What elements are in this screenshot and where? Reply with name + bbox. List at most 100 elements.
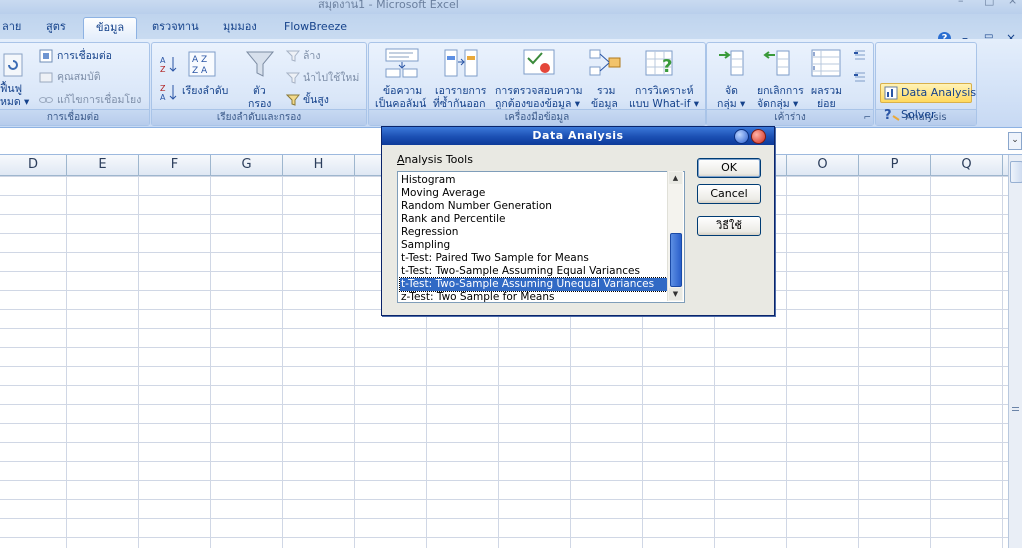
window-title: สมุดงาน1 - Microsoft Excel <box>318 0 459 11</box>
solver-button[interactable]: Solver <box>901 108 936 121</box>
title-bar: สมุดงาน1 - Microsoft Excel – □ × <box>0 0 1022 14</box>
sort-icon[interactable]: A Z Z A <box>188 51 216 77</box>
filter-icon[interactable] <box>245 49 275 79</box>
list-item[interactable]: Rank and Percentile <box>400 213 667 226</box>
text-to-columns-label-1[interactable]: ข้อความ <box>383 85 422 98</box>
split-handle-icon[interactable] <box>1012 407 1019 408</box>
column-header-q[interactable]: Q <box>931 155 1003 175</box>
refresh-all-label-1[interactable]: ฟื้นฟู <box>0 83 22 96</box>
dialog-close-icon[interactable] <box>751 129 766 144</box>
subtotal-icon[interactable] <box>811 49 841 77</box>
properties-icon <box>39 72 53 83</box>
svg-text:Z: Z <box>160 84 166 93</box>
dialog-help-icon[interactable] <box>734 129 749 144</box>
list-item[interactable]: t-Test: Two-Sample Assuming Equal Varian… <box>400 265 667 278</box>
data-analysis-dialog: Data Analysis Analysis Tools Histogram M… <box>381 126 775 316</box>
text-to-columns-icon[interactable] <box>385 48 419 78</box>
dialog-launcher-icon[interactable]: ⌐ <box>863 113 871 123</box>
help-button[interactable]: วิธีใช้ <box>697 216 761 236</box>
listbox-scrollbar[interactable]: ▲ ▼ <box>667 171 683 301</box>
filter-label-1[interactable]: ตัว <box>253 85 266 98</box>
what-if-label-1[interactable]: การวิเคราะห์ <box>635 85 694 98</box>
data-analysis-icon <box>884 86 898 100</box>
show-detail-icon[interactable] <box>853 49 867 61</box>
refresh-all-label-2[interactable]: หมด ▾ <box>0 96 29 109</box>
tab-data[interactable]: ข้อมูล <box>83 17 138 40</box>
ungroup-icon[interactable] <box>763 49 793 77</box>
tab-review[interactable]: ตรวจทาน <box>140 17 211 39</box>
column-header-d[interactable]: D <box>0 155 67 175</box>
svg-text:A Z: A Z <box>192 55 207 65</box>
column-header-p[interactable]: P <box>859 155 931 175</box>
list-item[interactable]: Sampling <box>400 239 667 252</box>
ribbon: ฟื้นฟู หมด ▾ การเชื่อมต่อ คุณสมบัติ แก้ไ… <box>0 39 1022 128</box>
group-label-data-tools: เครื่องมือข้อมูล <box>369 109 705 125</box>
connections-button[interactable]: การเชื่อมต่อ <box>57 50 112 63</box>
group-icon[interactable] <box>717 49 745 77</box>
connections-icon <box>39 49 53 63</box>
hide-detail-icon[interactable] <box>853 71 867 83</box>
group-data-tools: ข้อความ เป็นคอลัมน์ เอารายการ ที่ซ้ำกันอ… <box>368 42 706 126</box>
svg-text:Z: Z <box>160 65 166 73</box>
data-analysis-label[interactable]: Data Analysis <box>901 86 976 99</box>
svg-text:A: A <box>160 93 166 101</box>
list-item[interactable]: Histogram <box>400 174 667 187</box>
list-item[interactable]: Random Number Generation <box>400 200 667 213</box>
cancel-button[interactable]: Cancel <box>697 184 761 204</box>
column-header-e[interactable]: E <box>67 155 139 175</box>
restore-icon[interactable]: □ <box>984 0 994 7</box>
edit-links-button[interactable]: แก้ไขการเชื่อมโยง <box>57 94 141 107</box>
sort-descending-icon[interactable]: ZA <box>160 83 178 101</box>
column-header-h[interactable]: H <box>283 155 355 175</box>
reapply-button[interactable]: นำไปใช้ใหม่ <box>303 72 359 85</box>
tab-flowbreeze[interactable]: FlowBreeze <box>272 17 359 39</box>
sort-ascending-icon[interactable]: AZ <box>160 55 178 73</box>
vertical-scrollbar[interactable] <box>1008 155 1022 548</box>
data-validation-icon[interactable] <box>523 49 555 77</box>
svg-text:?: ? <box>662 56 672 77</box>
refresh-icon[interactable] <box>3 53 23 77</box>
clear-button[interactable]: ล้าง <box>303 50 320 63</box>
minimize-icon[interactable]: – <box>958 0 964 7</box>
list-item[interactable]: z-Test: Two Sample for Means <box>400 291 667 302</box>
ok-button[interactable]: OK <box>697 158 761 178</box>
sort-button[interactable]: เรียงลำดับ <box>182 85 228 98</box>
clear-filter-icon <box>286 50 300 62</box>
group-label-sort-filter: เรียงลำดับและกรอง <box>152 109 366 125</box>
list-item[interactable]: t-Test: Paired Two Sample for Means <box>400 252 667 265</box>
consolidate-icon[interactable] <box>589 49 621 77</box>
scroll-down-icon[interactable]: ▼ <box>669 288 682 300</box>
reapply-icon <box>286 72 300 84</box>
consolidate-label-1[interactable]: รวม <box>597 85 615 98</box>
what-if-analysis-icon[interactable]: ? <box>645 48 677 78</box>
ungroup-label-1[interactable]: ยกเลิกการ <box>757 85 804 98</box>
edit-links-icon <box>39 97 53 103</box>
remove-duplicates-label-1[interactable]: เอารายการ <box>435 85 486 98</box>
tab-formulas[interactable]: สูตร <box>34 17 78 39</box>
data-validation-label-1[interactable]: การตรวจสอบความ <box>495 85 583 98</box>
tab-view[interactable]: มุมมอง <box>211 17 269 39</box>
properties-button[interactable]: คุณสมบัติ <box>57 71 101 84</box>
scroll-up-icon[interactable]: ▲ <box>669 172 682 184</box>
scroll-thumb[interactable] <box>1010 161 1022 183</box>
listbox-scroll-thumb[interactable] <box>670 233 682 287</box>
group-label-1[interactable]: จัด <box>725 85 738 98</box>
advanced-button[interactable]: ขั้นสูง <box>303 94 329 107</box>
column-header-f[interactable]: F <box>139 155 211 175</box>
close-icon[interactable]: × <box>1008 0 1017 7</box>
analysis-tools-listbox[interactable]: Histogram Moving Average Random Number G… <box>397 171 685 303</box>
list-item[interactable]: Regression <box>400 226 667 239</box>
remove-duplicates-icon[interactable] <box>443 48 479 78</box>
expand-formula-bar-icon[interactable]: ⌄ <box>1008 132 1022 150</box>
tab-page-layout[interactable]: ลาย <box>0 17 33 39</box>
group-connections: ฟื้นฟู หมด ▾ การเชื่อมต่อ คุณสมบัติ แก้ไ… <box>0 42 150 126</box>
svg-text:Z A: Z A <box>192 66 208 76</box>
list-item[interactable]: Moving Average <box>400 187 667 200</box>
column-header-o[interactable]: O <box>787 155 859 175</box>
subtotal-label-1[interactable]: ผลรวม <box>811 85 842 98</box>
list-item-selected[interactable]: t-Test: Two-Sample Assuming Unequal Vari… <box>399 277 668 292</box>
svg-text:A: A <box>160 56 166 65</box>
dialog-title: Data Analysis <box>382 127 774 145</box>
ribbon-tabs: ลาย สูตร ข้อมูล ตรวจทาน มุมมอง FlowBreez… <box>0 14 1022 45</box>
column-header-g[interactable]: G <box>211 155 283 175</box>
